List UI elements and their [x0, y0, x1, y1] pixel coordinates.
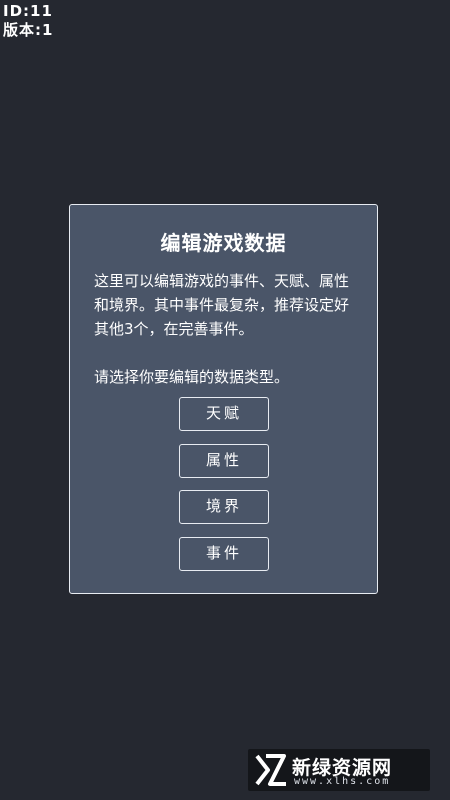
id-label: ID:11	[3, 2, 53, 20]
dialog-body: 这里可以编辑游戏的事件、天赋、属性和境界。其中事件最复杂，推荐设定好其他3个，在…	[94, 269, 356, 389]
watermark: 新绿资源网 www.xlhs.com	[248, 749, 430, 791]
watermark-url: www.xlhs.com	[294, 776, 391, 787]
realm-button[interactable]: 境界	[179, 490, 269, 524]
talent-button[interactable]: 天赋	[179, 397, 269, 431]
event-button[interactable]: 事件	[179, 537, 269, 571]
brand-logo-icon	[255, 754, 286, 786]
app-screen: ID:11 版本:1 编辑游戏数据 这里可以编辑游戏的事件、天赋、属性和境界。其…	[0, 0, 450, 800]
build-info: ID:11 版本:1	[3, 2, 53, 40]
edit-data-dialog: 编辑游戏数据 这里可以编辑游戏的事件、天赋、属性和境界。其中事件最复杂，推荐设定…	[69, 204, 378, 594]
attribute-button[interactable]: 属性	[179, 444, 269, 478]
dialog-description: 这里可以编辑游戏的事件、天赋、属性和境界。其中事件最复杂，推荐设定好其他3个，在…	[94, 272, 350, 338]
version-label: 版本:1	[3, 21, 54, 39]
dialog-prompt: 请选择你要编辑的数据类型。	[94, 368, 290, 386]
dialog-title: 编辑游戏数据	[160, 231, 287, 255]
